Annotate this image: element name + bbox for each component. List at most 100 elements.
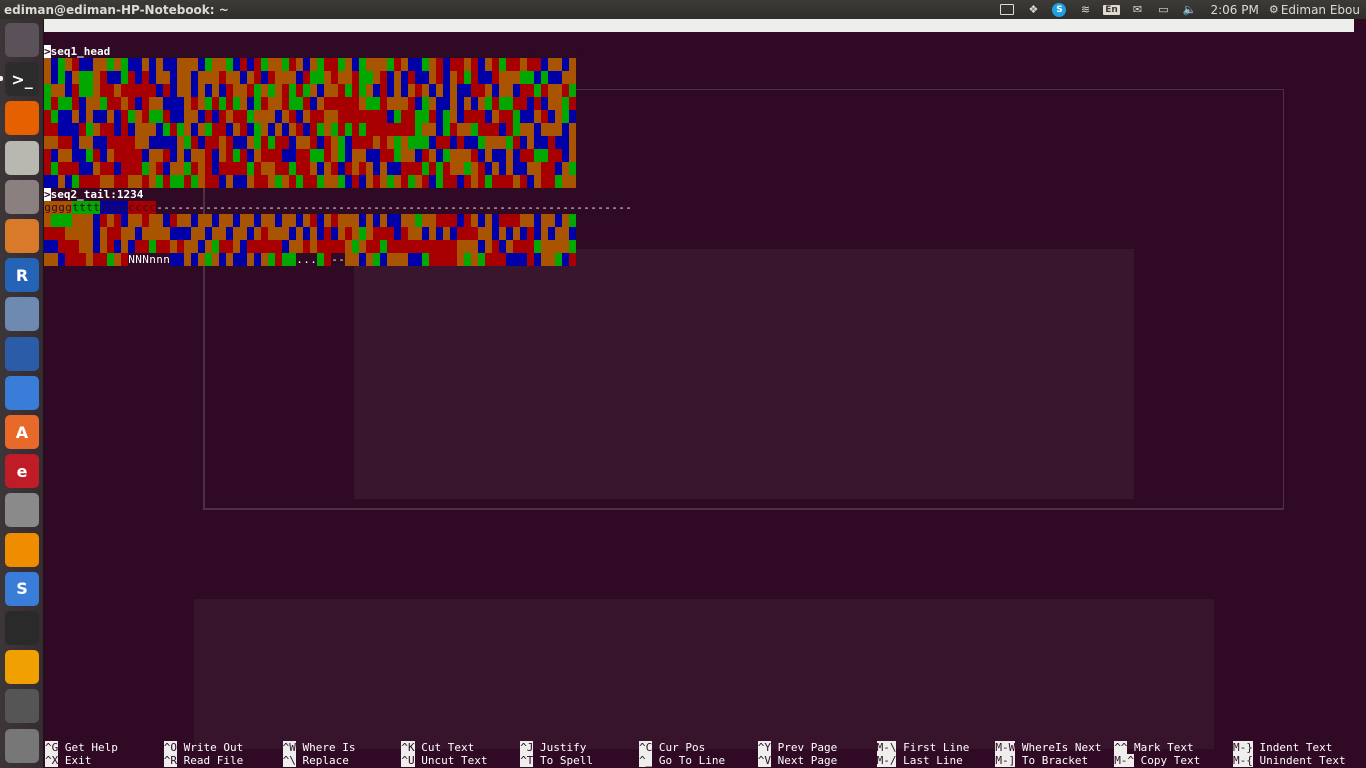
sequence-line: CTAAGAGAAGACTGCTTCAAGGACACGCCTGGGAGCAGCC… [44, 110, 576, 123]
launcher-trash-icon[interactable] [5, 728, 39, 763]
shortcut-justify: ^J Justify [520, 741, 586, 754]
terminal-window[interactable]: GNU nano 2.5.3 File: tt.fas > seq1_head G A… [44, 19, 1366, 768]
volume-icon[interactable]: 🔈 [1176, 0, 1202, 19]
background-window-ghost [203, 89, 1284, 510]
sequence-line: CCCGGGGAGCCGGAGGGGAAAGGAGGAGGAGCGGGAGAGA… [44, 227, 576, 240]
shortcut-label: Read File [177, 754, 244, 767]
dropbox-icon[interactable]: ❖ [1020, 0, 1046, 19]
launcher-libreoffice-writer-icon[interactable] [5, 375, 39, 410]
shortcut-label: Prev Page [771, 741, 838, 754]
shortcut-label: Mark Text [1127, 741, 1194, 754]
launcher-ubuntu-dash-icon[interactable] [5, 23, 39, 57]
shortcut-label: To Spell [533, 754, 594, 767]
shortcut-key: ^U [401, 754, 415, 767]
shortcut-write-out: ^O Write Out [163, 741, 243, 754]
shortcut-key: M-{ [1233, 754, 1253, 767]
shortcut-key: ^Y [757, 741, 772, 754]
launcher-system-settings-icon[interactable] [5, 493, 39, 528]
shortcut-key: ^J [520, 741, 534, 754]
shortcut-label: Replace [295, 754, 349, 767]
keyboard-layout-indicator[interactable]: En [1098, 0, 1124, 19]
indicator-area: ❖ S ≋ En ✉ ▭ 🔈 2:06 PM ⚙ Ediman Ebou [994, 0, 1366, 19]
launcher-phone-icon[interactable] [5, 689, 39, 724]
sequence-line: GGCCAGGAACCCCGGAAAAGTCACCGCAAGTCTCCAGGCA… [44, 136, 576, 149]
skype-icon[interactable]: S [1046, 0, 1072, 19]
shortcut-key: M-} [1233, 741, 1253, 754]
launcher-r-language-icon[interactable]: R [5, 258, 39, 293]
window-title: ediman@ediman-HP-Notebook: ~ [4, 2, 229, 17]
shortcut-where-is: ^W Where Is [282, 741, 355, 754]
shortcut-read-file: ^R Read File [163, 754, 244, 767]
shortcut-label: Next Page [771, 754, 838, 767]
launcher-inkscape-icon[interactable] [5, 611, 39, 645]
shortcut-label: Last Line [896, 754, 963, 767]
battery-icon[interactable]: ▭ [1150, 0, 1176, 19]
shortcut-label: First Line [896, 741, 970, 754]
shortcut-replace: ^\ Replace [282, 754, 349, 767]
shortcut-key: M-/ [876, 754, 897, 767]
user-menu[interactable]: Ediman Ebou [1281, 3, 1360, 17]
sequence-line: CTCCCAAGCCACCCTGCAGGTCGCACCCCTCGGCCTCCGA… [44, 162, 576, 175]
shortcut-key: ^^ [1114, 741, 1128, 754]
shortcut-key: ^K [401, 741, 415, 754]
launcher-shotwell-icon[interactable]: S [5, 571, 39, 606]
shortcut-to-spell: ^T To Spell [520, 754, 593, 767]
sequence-line: CCAAACTGCCACAGGGATCTGAGTCCAGCATGAGAGCACT… [44, 123, 576, 136]
nano-file-name: File: tt.fas [512, 45, 592, 58]
shortcut-get-help: ^G Get Help [45, 741, 118, 754]
shortcut-key: ^\ [282, 754, 296, 767]
wifi-icon[interactable]: ≋ [1072, 0, 1098, 19]
nano-version: GNU nano 2.5.3 [59, 32, 152, 45]
launcher: >_ R Ae S [0, 19, 44, 768]
shortcut-key: M-W [995, 741, 1016, 754]
launcher-active-indicator [0, 76, 3, 82]
mail-icon[interactable]: ✉ [1124, 0, 1150, 19]
shortcut-label: Unindent Text [1252, 754, 1346, 767]
launcher-firefox-icon[interactable] [5, 101, 39, 136]
shortcut-next-page: ^V Next Page [757, 754, 838, 767]
shortcut-unindent-text: M-{ Unindent Text [1233, 754, 1346, 767]
shortcut-label: Cur Pos [652, 741, 706, 754]
shortcut-key: M-^ [1114, 754, 1135, 767]
top-panel: ediman@ediman-HP-Notebook: ~ ❖ S ≋ En ✉ … [0, 0, 1366, 19]
shortcut-label: Justify [533, 741, 587, 754]
seq1-header: > seq1_head [44, 45, 111, 58]
sequence-line: GGACCCGCCTGCNNNnnnAAGAGTGAGAAGAGTCTT...T… [44, 253, 576, 266]
shortcut-key: ^C [639, 741, 653, 754]
nano-title-bar: GNU nano 2.5.3 File: tt.fas [44, 19, 1354, 58]
launcher-files-icon[interactable] [5, 179, 39, 214]
launcher-vlc-icon[interactable] [5, 532, 39, 567]
shortcut-key: ^V [757, 754, 772, 767]
shortcut-go-to-line: ^_ Go To Line [639, 754, 725, 767]
shortcut-key: ^G [45, 741, 59, 754]
shortcut-key: ^W [282, 741, 296, 754]
launcher-text-editor-icon[interactable] [5, 140, 39, 175]
sequence-line: TCTTCAGGTCCGCACGGAAAGCGTCTCTGATCGGCTTCAG… [44, 97, 576, 110]
launcher-software-center-icon[interactable]: A [5, 415, 39, 449]
screen-share-icon[interactable] [994, 0, 1020, 19]
sequence-line: GATGCAAGGTGTAAGAGAAGGGATGGTACACTGGTCGAGT… [44, 58, 576, 71]
launcher-media-app-icon[interactable] [5, 336, 39, 371]
launcher-audacity-icon[interactable] [5, 650, 39, 685]
launcher-gimp-like-icon[interactable] [5, 219, 39, 253]
launcher-workspace-icon[interactable] [5, 297, 39, 332]
shortcut-label: To Bracket [1015, 754, 1089, 767]
shortcut-label: Cut Text [414, 741, 475, 754]
clock[interactable]: 2:06 PM [1210, 3, 1258, 17]
shortcut-uncut-text: ^U Uncut Text [401, 754, 488, 767]
launcher-libreoffice-impress-icon[interactable]: e [5, 454, 39, 489]
shortcut-key: ^_ [639, 754, 653, 767]
shortcut-whereis-next: M-W WhereIs Next [995, 741, 1101, 754]
sequence-line: ggggttttaaaacccc------------------------… [44, 201, 632, 214]
shortcut-to-bracket: M-] To Bracket [995, 754, 1088, 767]
gear-icon[interactable]: ⚙ [1267, 0, 1281, 19]
shortcut-key: ^O [163, 741, 178, 754]
shortcut-cut-text: ^K Cut Text [401, 741, 474, 754]
shortcut-label: Exit [58, 754, 92, 767]
launcher-terminal-icon[interactable]: >_ [5, 62, 39, 97]
shortcut-first-line: M-\ First Line [876, 741, 970, 754]
shortcut-cur-pos: ^C Cur Pos [639, 741, 705, 754]
shortcut-exit: ^X Exit [45, 754, 91, 767]
shortcut-label: WhereIs Next [1015, 741, 1102, 754]
shortcut-key: ^R [163, 754, 178, 767]
